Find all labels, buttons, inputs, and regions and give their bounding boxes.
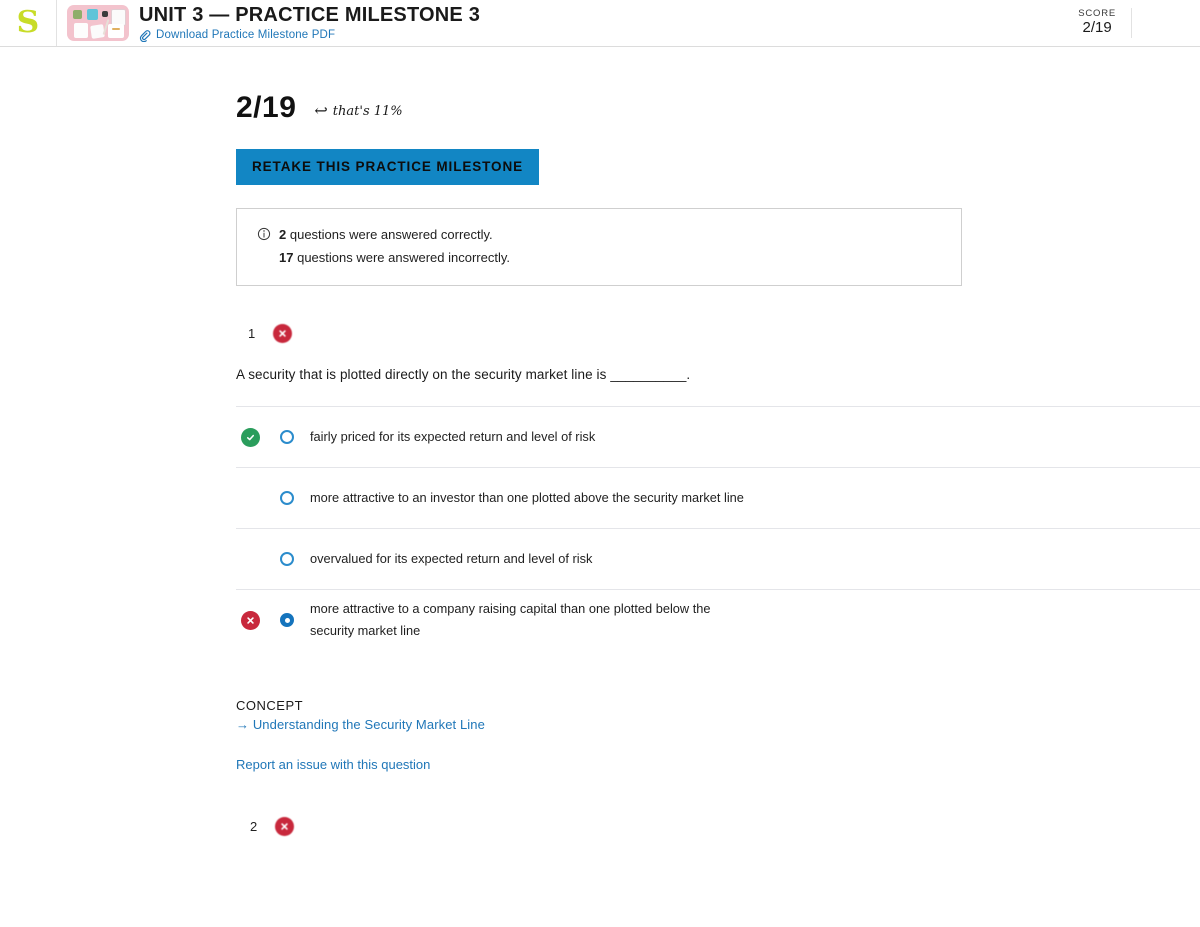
thumb-book-shape — [108, 24, 124, 38]
option-3[interactable]: overvalued for its expected return and l… — [236, 528, 1200, 589]
info-icon — [257, 227, 271, 241]
thumb-globe-shape — [87, 9, 98, 20]
check-circle-icon — [240, 427, 260, 447]
option-1-label: fairly priced for its expected return an… — [310, 429, 596, 445]
header-divider — [1131, 8, 1132, 38]
incorrect-count-label: questions were answered incorrectly. — [297, 250, 511, 266]
option-2-radio-cell[interactable] — [264, 491, 310, 506]
option-4-label: more attractive to a company raising cap… — [310, 601, 711, 639]
question-2-number: 2 — [250, 819, 258, 835]
question-1-number: 1 — [248, 326, 256, 342]
option-4-radio[interactable] — [280, 613, 294, 628]
question-1-header: 1 — [236, 324, 1200, 344]
correct-count-row: 2 questions were answered correctly. — [257, 225, 961, 245]
question-1: 1 A security that is plotted directly on… — [236, 324, 1200, 772]
option-3-radio-cell[interactable] — [264, 552, 310, 567]
option-4-mark — [236, 610, 264, 630]
question-1-concept: CONCEPT → Understanding the Security Mar… — [236, 698, 1200, 772]
option-4[interactable]: more attractive to a company raising cap… — [236, 589, 1200, 650]
header-score-label: SCORE — [1078, 7, 1116, 19]
option-2-label: more attractive to an investor than one … — [310, 490, 744, 506]
course-thumbnail-container — [57, 0, 129, 46]
concept-link[interactable]: → Understanding the Security Market Line — [236, 717, 1200, 732]
retake-practice-milestone-button[interactable]: RETAKE THIS PRACTICE MILESTONE — [236, 149, 540, 185]
arrow-left-icon: ↩ — [314, 101, 328, 120]
option-2[interactable]: more attractive to an investor than one … — [236, 467, 1200, 528]
paperclip-icon — [139, 29, 151, 43]
option-2-radio[interactable] — [280, 491, 294, 506]
score-big-value: 2/19 — [236, 91, 297, 124]
brand-logo[interactable]: S — [0, 0, 57, 46]
thumb-book-band-shape — [112, 28, 120, 30]
main-content: 2/19 ↩ that's 11% RETAKE THIS PRACTICE M… — [0, 47, 1200, 837]
course-thumbnail-image — [67, 5, 129, 41]
option-1-mark — [236, 427, 264, 447]
question-1-options: fairly priced for its expected return an… — [236, 406, 1200, 650]
page-title: UNIT 3 — PRACTICE MILESTONE 3 — [139, 4, 481, 26]
header-score-value: 2/19 — [1082, 19, 1112, 37]
results-info-box: 2 questions were answered correctly. 17 … — [236, 208, 962, 287]
header-score: SCORE 2/19 — [1078, 0, 1116, 46]
x-circle-icon — [240, 610, 260, 630]
thumb-dot-shape — [102, 11, 108, 17]
percent-annotation-text: that's 11% — [332, 103, 403, 119]
app-header: S UNIT 3 — PRACTICE MILESTONE 3 Download… — [0, 0, 1200, 47]
incorrect-count-row: 17 questions were answered incorrectly. — [257, 248, 961, 268]
correct-count-number: 2 — [279, 227, 287, 242]
concept-label: CONCEPT — [236, 698, 304, 714]
score-summary-row: 2/19 ↩ that's 11% — [236, 91, 1200, 125]
question-1-text: A security that is plotted directly on t… — [236, 367, 691, 383]
option-4-radio-cell[interactable] — [264, 613, 310, 628]
download-pdf-row[interactable]: Download Practice Milestone PDF — [139, 29, 480, 43]
question-2-result-badge — [275, 817, 295, 837]
sophia-s-logo-icon: S — [16, 5, 40, 40]
option-1[interactable]: fairly priced for its expected return an… — [236, 406, 1200, 467]
header-title-group: UNIT 3 — PRACTICE MILESTONE 3 Download P… — [129, 0, 480, 46]
incorrect-count-number: 17 — [279, 250, 294, 266]
option-3-label: overvalued for its expected return and l… — [310, 551, 593, 567]
option-1-radio[interactable] — [280, 430, 294, 445]
concept-link-text: Understanding the Security Market Line — [252, 717, 485, 733]
question-2-header: 2 — [236, 817, 1200, 837]
question-2: 2 — [236, 817, 1200, 837]
option-3-radio[interactable] — [280, 552, 294, 567]
thumb-paper-shape — [74, 23, 88, 38]
download-pdf-link[interactable]: Download Practice Milestone PDF — [156, 29, 335, 41]
report-issue-link[interactable]: Report an issue with this question — [236, 757, 1200, 772]
thumb-plant-shape — [73, 10, 82, 19]
option-1-radio-cell[interactable] — [264, 430, 310, 445]
correct-count-text: 2 questions were answered correctly. — [279, 225, 493, 245]
question-1-result-badge — [273, 324, 293, 344]
incorrect-count-text: 17 questions were answered incorrectly. — [279, 248, 510, 268]
correct-count-label: questions were answered correctly. — [289, 227, 493, 242]
percent-annotation: ↩ that's 11% — [314, 103, 402, 119]
